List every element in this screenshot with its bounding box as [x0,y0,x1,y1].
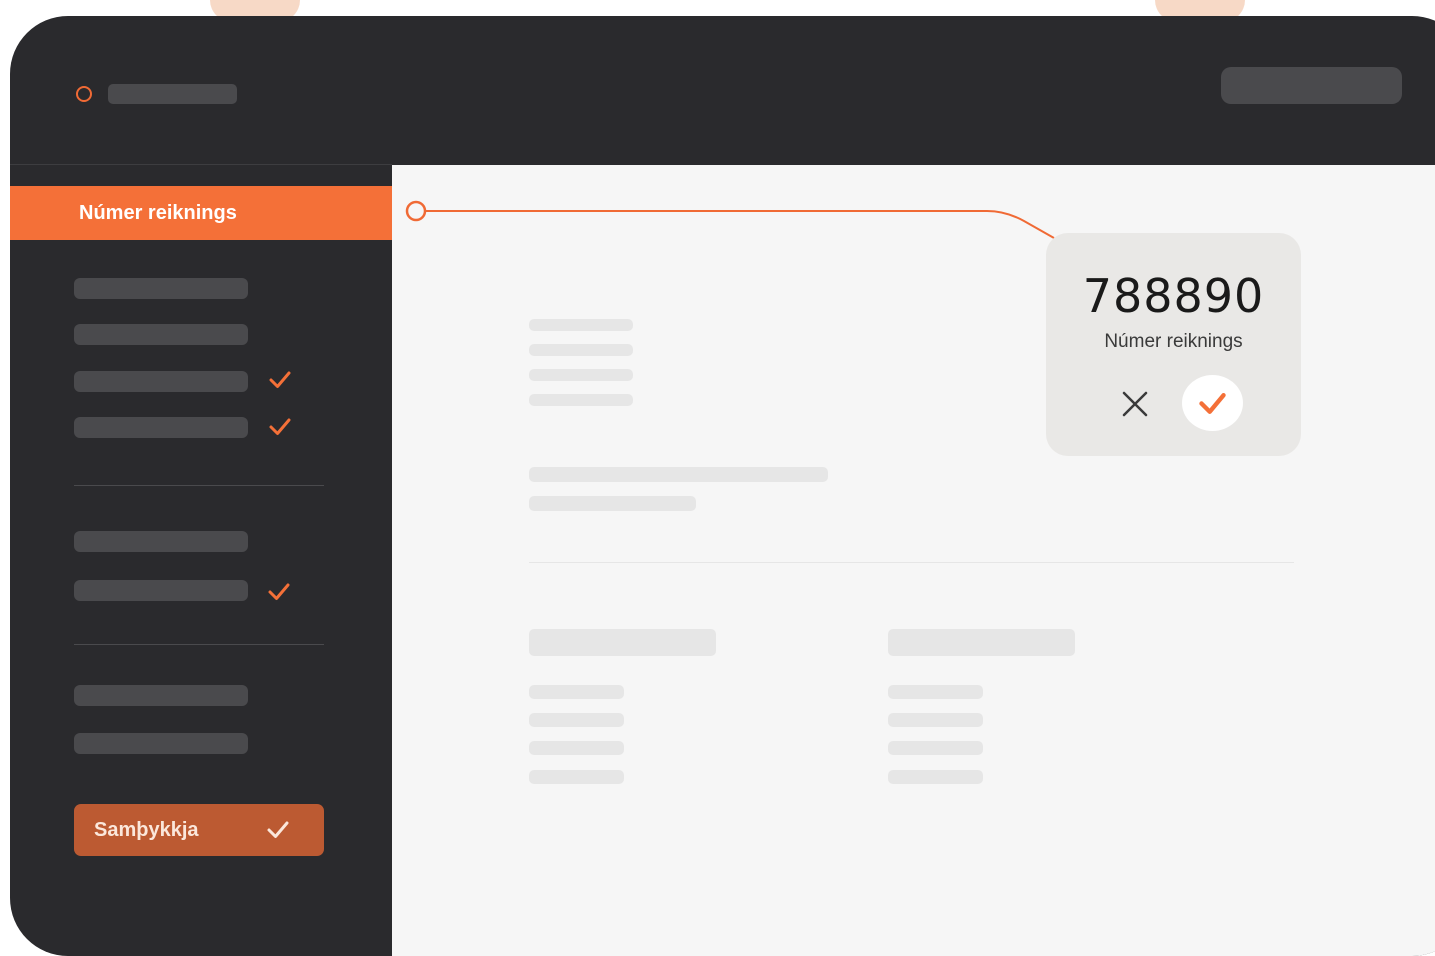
sidebar-divider [10,164,392,165]
check-icon [269,371,291,388]
heading-placeholder [888,629,1075,656]
check-icon [1199,393,1226,414]
sidebar-item-placeholder[interactable] [74,278,248,299]
check-icon [267,821,289,838]
text-placeholder [529,496,696,511]
connector-line [405,200,1055,239]
sidebar-item-placeholder[interactable] [74,733,248,754]
app-window: Númer reiknings Samþykkja 788890 Númer r… [10,16,1435,956]
heading-placeholder [529,629,716,656]
text-placeholder [529,713,624,727]
sidebar-item-placeholder[interactable] [74,324,248,345]
text-placeholder [529,344,633,356]
section-divider [529,562,1294,563]
document-preview: 788890 Númer reiknings [392,165,1435,956]
text-placeholder [888,685,983,699]
sidebar-divider [74,485,324,486]
sidebar-item-active[interactable]: Númer reiknings [10,186,392,240]
app-title-placeholder [108,84,237,104]
extracted-field-label: Númer reiknings [1104,331,1243,352]
text-placeholder [529,770,624,784]
extracted-field-popup: 788890 Númer reiknings [1046,233,1301,456]
sidebar-item-placeholder[interactable] [74,371,248,392]
text-placeholder [529,741,624,755]
close-icon[interactable] [1120,389,1150,419]
accept-button[interactable] [1182,375,1243,431]
sidebar-item-placeholder[interactable] [74,580,248,601]
approve-button-label: Samþykkja [94,819,199,841]
sidebar-item-placeholder[interactable] [74,685,248,706]
text-placeholder [529,369,633,381]
check-icon [268,583,290,600]
approve-button[interactable]: Samþykkja [74,804,324,856]
sidebar-divider [74,644,324,645]
text-placeholder [888,741,983,755]
sidebar-item-placeholder[interactable] [74,531,248,552]
text-placeholder [529,467,828,482]
text-placeholder [529,394,633,406]
text-placeholder [888,770,983,784]
sidebar-item-placeholder[interactable] [74,417,248,438]
check-icon [269,418,291,435]
text-placeholder [529,685,624,699]
text-placeholder [888,713,983,727]
text-placeholder [529,319,633,331]
status-dot-icon [76,86,92,102]
extracted-value: 788890 [1082,269,1265,323]
topbar-search-placeholder[interactable] [1221,67,1402,104]
